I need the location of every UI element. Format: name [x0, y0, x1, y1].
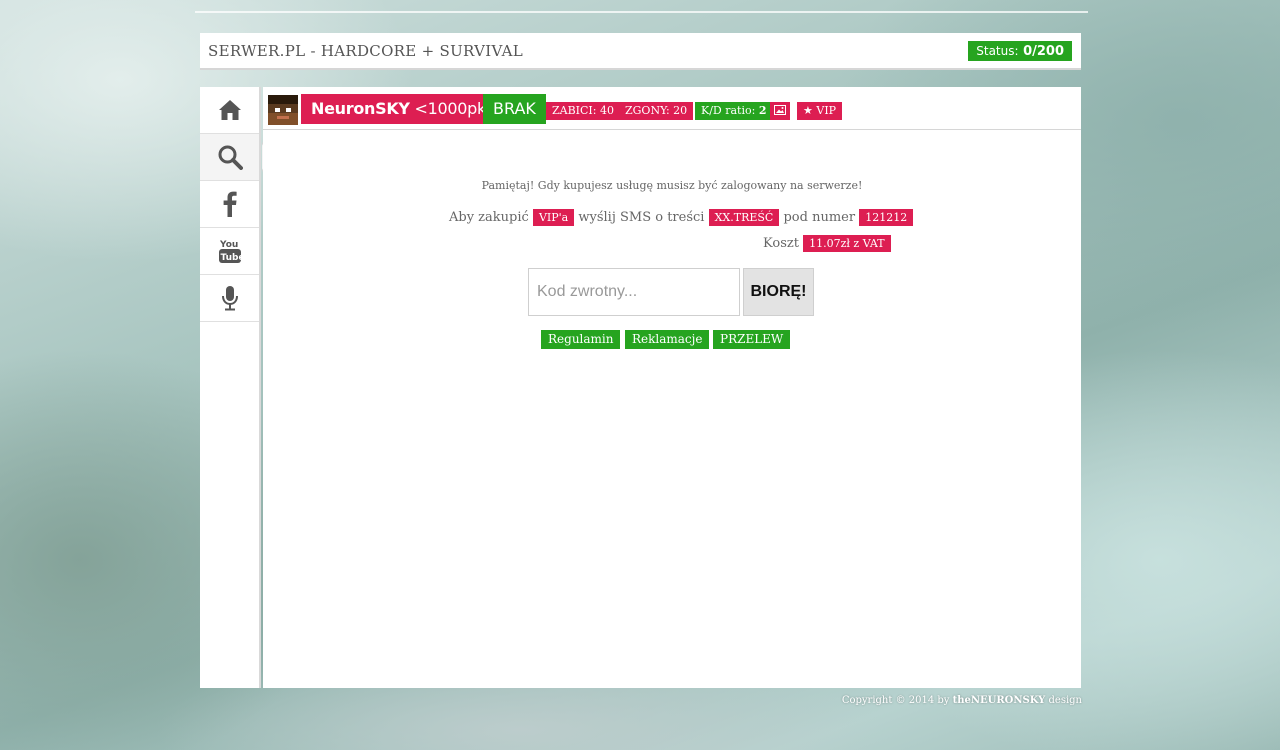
image-icon — [774, 105, 786, 115]
transfer-link[interactable]: PRZELEW — [713, 330, 791, 349]
home-icon — [218, 100, 241, 120]
buy-button[interactable]: BIORĘ! — [743, 268, 814, 316]
status-value: 0/200 — [1023, 44, 1064, 59]
sms-number-tag: 121212 — [859, 209, 914, 226]
cost-line: Koszt 11.07zł z VAT — [763, 235, 891, 252]
kd-ratio-value: 2 — [758, 104, 767, 117]
sms-text-tag: XX.TREŚĆ — [708, 209, 780, 226]
avatar — [268, 95, 298, 125]
star-icon: ★ — [803, 104, 813, 117]
svg-text:Tube: Tube — [220, 253, 242, 263]
player-nick: NeuronSKY — [311, 99, 410, 118]
copyright-suffix: design — [1048, 695, 1083, 706]
gallery-button[interactable] — [770, 102, 790, 120]
player-rank-badge: BRAK — [483, 94, 546, 124]
sms-instructions: Aby zakupić VIP'a wyślij SMS o treści XX… — [449, 209, 914, 226]
kd-ratio-badge: K/D ratio: 2 — [695, 102, 773, 120]
login-notice: Pamiętaj! Gdy kupujesz usługę musisz być… — [481, 179, 863, 192]
complaints-link[interactable]: Reklamacje — [625, 330, 710, 349]
server-header: SERWER.PL - HARDCORE + SURVIVAL Status: … — [200, 33, 1081, 70]
status-label: Status: — [976, 44, 1019, 58]
player-bar: NeuronSKY <1000pkt> BRAK ZABICI: 40 ZGON… — [263, 87, 1081, 130]
copyright-footer: Copyright © 2014 by theNEURONSKY design — [842, 695, 1082, 706]
rules-link[interactable]: Regulamin — [541, 330, 621, 349]
copyright-author: theNEURONSKY — [952, 695, 1046, 706]
sms-mid: wyślij SMS o treści — [578, 210, 705, 225]
sidebar-item-microphone[interactable] — [200, 275, 259, 322]
vip-badge[interactable]: ★ VIP — [797, 102, 843, 120]
facebook-icon — [223, 191, 237, 217]
top-divider — [195, 11, 1088, 13]
product-tag: VIP'a — [532, 209, 575, 226]
kd-ratio-label: K/D ratio: — [701, 104, 756, 117]
sms-prefix: Aby zakupić — [449, 210, 529, 225]
cost-label: Koszt — [763, 236, 799, 251]
youtube-icon: You Tube — [218, 240, 242, 263]
status-badge: Status: 0/200 — [968, 41, 1072, 61]
sms-number-label: pod numer — [783, 210, 856, 225]
copyright-prefix: Copyright © 2014 by — [841, 695, 950, 706]
sidebar-item-home[interactable] — [200, 87, 259, 134]
search-icon — [218, 145, 243, 170]
sidebar-item-search[interactable] — [200, 134, 259, 181]
microphone-icon — [221, 286, 238, 311]
server-title: SERWER.PL - HARDCORE + SURVIVAL — [208, 42, 523, 60]
return-code-input[interactable] — [528, 268, 740, 316]
vip-label: VIP — [816, 104, 837, 117]
sidebar-item-facebook[interactable] — [200, 181, 259, 228]
main-panel: NeuronSKY <1000pkt> BRAK ZABICI: 40 ZGON… — [263, 87, 1081, 688]
cost-value-tag: 11.07zł z VAT — [803, 235, 891, 252]
svg-text:You: You — [219, 240, 238, 250]
deaths-badge: ZGONY: 20 — [619, 102, 694, 120]
kills-badge: ZABICI: 40 — [546, 102, 620, 120]
sidebar-item-youtube[interactable]: You Tube — [200, 228, 259, 275]
sidebar: You Tube — [200, 87, 261, 688]
